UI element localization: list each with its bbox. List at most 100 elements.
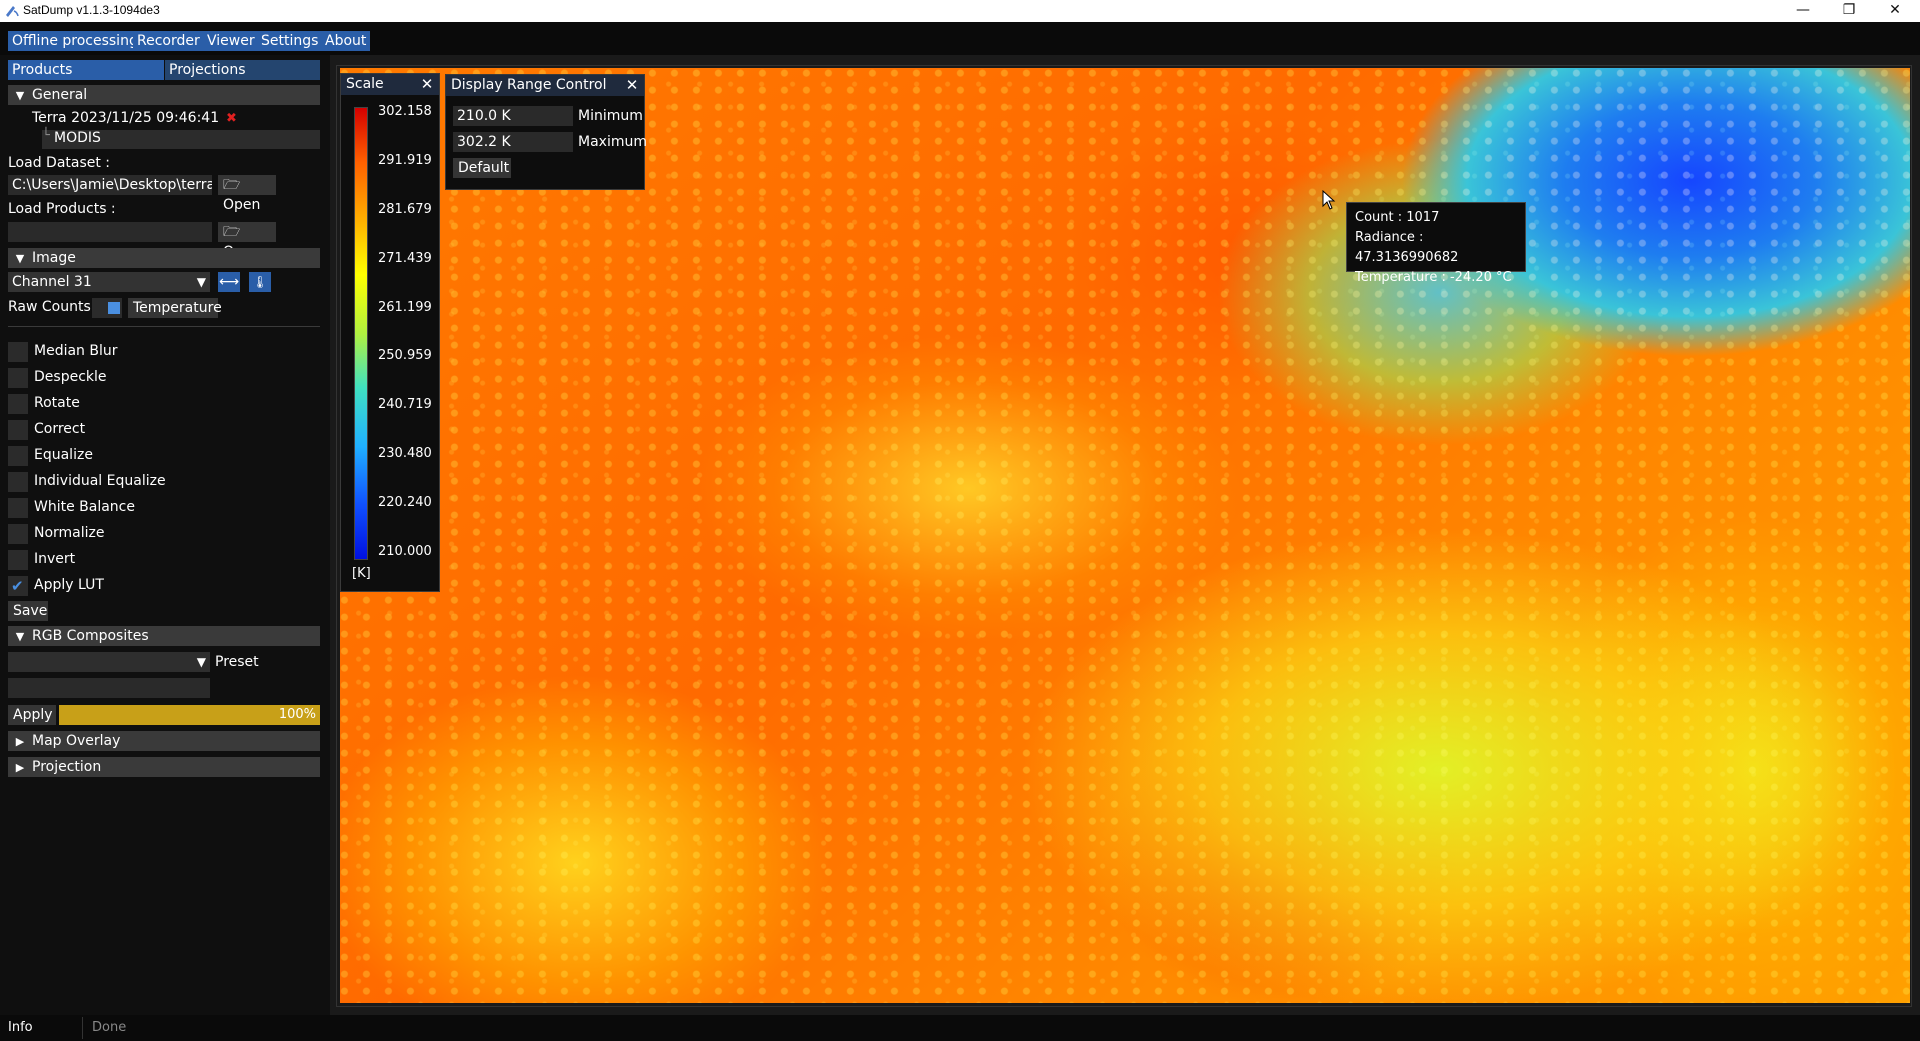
option-checkbox[interactable] xyxy=(8,498,28,518)
status-divider xyxy=(82,1017,83,1039)
option-label: Correct xyxy=(34,421,86,437)
dropdown-arrow-icon: ▼ xyxy=(196,655,206,669)
raw-temp-toggle[interactable] xyxy=(92,298,122,318)
menu-viewer[interactable]: Viewer xyxy=(203,31,259,51)
checkmark-icon: ✔ xyxy=(11,577,24,595)
swap-arrows-icon: ⟷ xyxy=(218,274,240,290)
option-row[interactable]: ✔ Apply LUT xyxy=(0,576,320,596)
channel-select[interactable]: Channel 31 ▼ xyxy=(8,272,210,292)
satellite-image[interactable] xyxy=(340,68,1910,1003)
display-range-window[interactable]: Display Range Control ✕ 210.0 K Minimum … xyxy=(445,74,647,190)
divider xyxy=(8,326,320,327)
product-label: MODIS xyxy=(54,130,101,146)
dropdown-arrow-icon: ▼ xyxy=(196,275,206,289)
menu-offline-processing[interactable]: Offline processing xyxy=(8,31,142,51)
option-checkbox[interactable] xyxy=(8,550,28,570)
open-dataset-button[interactable]: 🗁 Open xyxy=(218,175,276,213)
minimum-input[interactable]: 210.0 K xyxy=(453,106,573,126)
menu-recorder[interactable]: Recorder xyxy=(133,31,204,51)
tooltip-radiance: Radiance : 47.3136990682 xyxy=(1355,230,1459,265)
mouse-cursor-icon xyxy=(1322,190,1336,210)
option-checkbox[interactable] xyxy=(8,420,28,440)
minimize-button[interactable]: — xyxy=(1780,0,1826,22)
minimum-label: Minimum xyxy=(578,108,643,124)
scale-tick-label: 230.480 xyxy=(378,446,432,462)
remove-dataset-icon[interactable]: ✖ xyxy=(226,111,237,126)
open-products-button[interactable]: 🗁 Open xyxy=(218,222,276,260)
rgb-composites-header[interactable]: ▼ RGB Composites xyxy=(8,626,320,646)
preset-select[interactable]: ▼ xyxy=(8,652,210,672)
main-menu: Offline processing Recorder Viewer Setti… xyxy=(0,22,1920,55)
option-checkbox[interactable] xyxy=(8,446,28,466)
image-section-header[interactable]: ▼ Image xyxy=(8,248,320,268)
option-checkbox[interactable] xyxy=(8,472,28,492)
option-label: Invert xyxy=(34,551,76,567)
option-label: Apply LUT xyxy=(34,577,104,593)
dataset-path-input[interactable]: C:\Users\Jamie\Desktop\terra\d xyxy=(8,175,212,195)
expression-input[interactable] xyxy=(8,678,210,698)
temperature-button[interactable]: Temperature xyxy=(128,298,222,318)
progress-bar: 100% xyxy=(59,705,320,725)
expand-triangle-icon: ▶ xyxy=(15,735,25,748)
status-message: Done xyxy=(92,1020,127,1035)
option-checkbox[interactable] xyxy=(8,394,28,414)
drc-title-label: Display Range Control xyxy=(451,77,607,93)
option-row[interactable]: White Balance xyxy=(0,498,320,518)
save-button[interactable]: Save xyxy=(8,601,48,621)
option-row[interactable]: Correct xyxy=(0,420,320,440)
open-dataset-label: Open xyxy=(223,197,261,213)
product-row[interactable]: └ MODIS xyxy=(42,128,320,149)
thermometer-button[interactable]: 🌡 xyxy=(249,272,271,292)
scale-tick-label: 210.000 xyxy=(378,544,432,559)
option-label: Despeckle xyxy=(34,369,107,385)
dataset-item[interactable]: Terra 2023/11/25 09:46:41 xyxy=(32,110,219,126)
products-path-input[interactable] xyxy=(8,222,212,242)
scale-tick-label: 302.158 xyxy=(378,104,432,119)
menu-about[interactable]: About xyxy=(321,31,371,51)
option-checkbox[interactable] xyxy=(8,524,28,544)
map-overlay-header[interactable]: ▶ Map Overlay xyxy=(8,731,320,751)
close-icon[interactable]: ✕ xyxy=(419,74,435,95)
status-tab-info[interactable]: Info xyxy=(8,1020,33,1035)
option-row[interactable]: Normalize xyxy=(0,524,320,544)
folder-icon: 🗁 xyxy=(223,177,241,193)
load-dataset-label: Load Dataset : xyxy=(8,155,111,171)
projection-header[interactable]: ▶ Projection xyxy=(8,757,320,777)
scale-title-label: Scale xyxy=(346,76,384,92)
option-row[interactable]: Median Blur xyxy=(0,342,320,362)
swap-button[interactable]: ⟷ xyxy=(218,272,240,292)
tab-products[interactable]: Products xyxy=(8,60,164,80)
image-header-label: Image xyxy=(32,250,76,266)
tree-branch-icon: └ xyxy=(42,128,50,143)
menu-settings[interactable]: Settings xyxy=(257,31,323,51)
cloud-texture xyxy=(340,68,1910,1003)
drc-window-title[interactable]: Display Range Control xyxy=(446,75,644,96)
scale-tick-label: 261.199 xyxy=(378,299,432,315)
option-checkbox[interactable]: ✔ xyxy=(8,576,28,596)
default-button[interactable]: Default xyxy=(453,158,511,178)
maximum-input[interactable]: 302.2 K xyxy=(453,132,573,152)
scale-window[interactable]: Scale ✕ 302.158 291.919 281.679 271.439 261.… xyxy=(340,73,440,592)
option-checkbox[interactable] xyxy=(8,368,28,388)
restore-button[interactable]: ❐ xyxy=(1826,0,1872,22)
map-overlay-label: Map Overlay xyxy=(32,733,121,749)
tooltip-temperature: Temperature : -24.20 °C xyxy=(1355,270,1512,285)
scale-tick-label: 250.959 xyxy=(378,348,432,364)
option-checkbox[interactable] xyxy=(8,342,28,362)
general-section-header[interactable]: ▼ General xyxy=(8,85,320,105)
progress-text: 100% xyxy=(278,707,316,722)
close-window-button[interactable]: ✕ xyxy=(1872,0,1918,22)
option-row[interactable]: Invert xyxy=(0,550,320,570)
option-row[interactable]: Despeckle xyxy=(0,368,320,388)
apply-button[interactable]: Apply xyxy=(8,705,56,725)
rgb-header-label: RGB Composites xyxy=(32,628,149,644)
option-row[interactable]: Rotate xyxy=(0,394,320,414)
load-products-label: Load Products : xyxy=(8,201,116,217)
channel-value: Channel 31 xyxy=(12,274,92,290)
collapse-triangle-icon: ▼ xyxy=(15,89,25,102)
close-icon[interactable]: ✕ xyxy=(624,75,640,96)
option-row[interactable]: Equalize xyxy=(0,446,320,466)
option-row[interactable]: Individual Equalize xyxy=(0,472,320,492)
status-bar: Info Done xyxy=(0,1015,1920,1041)
tab-projections[interactable]: Projections xyxy=(165,60,320,80)
